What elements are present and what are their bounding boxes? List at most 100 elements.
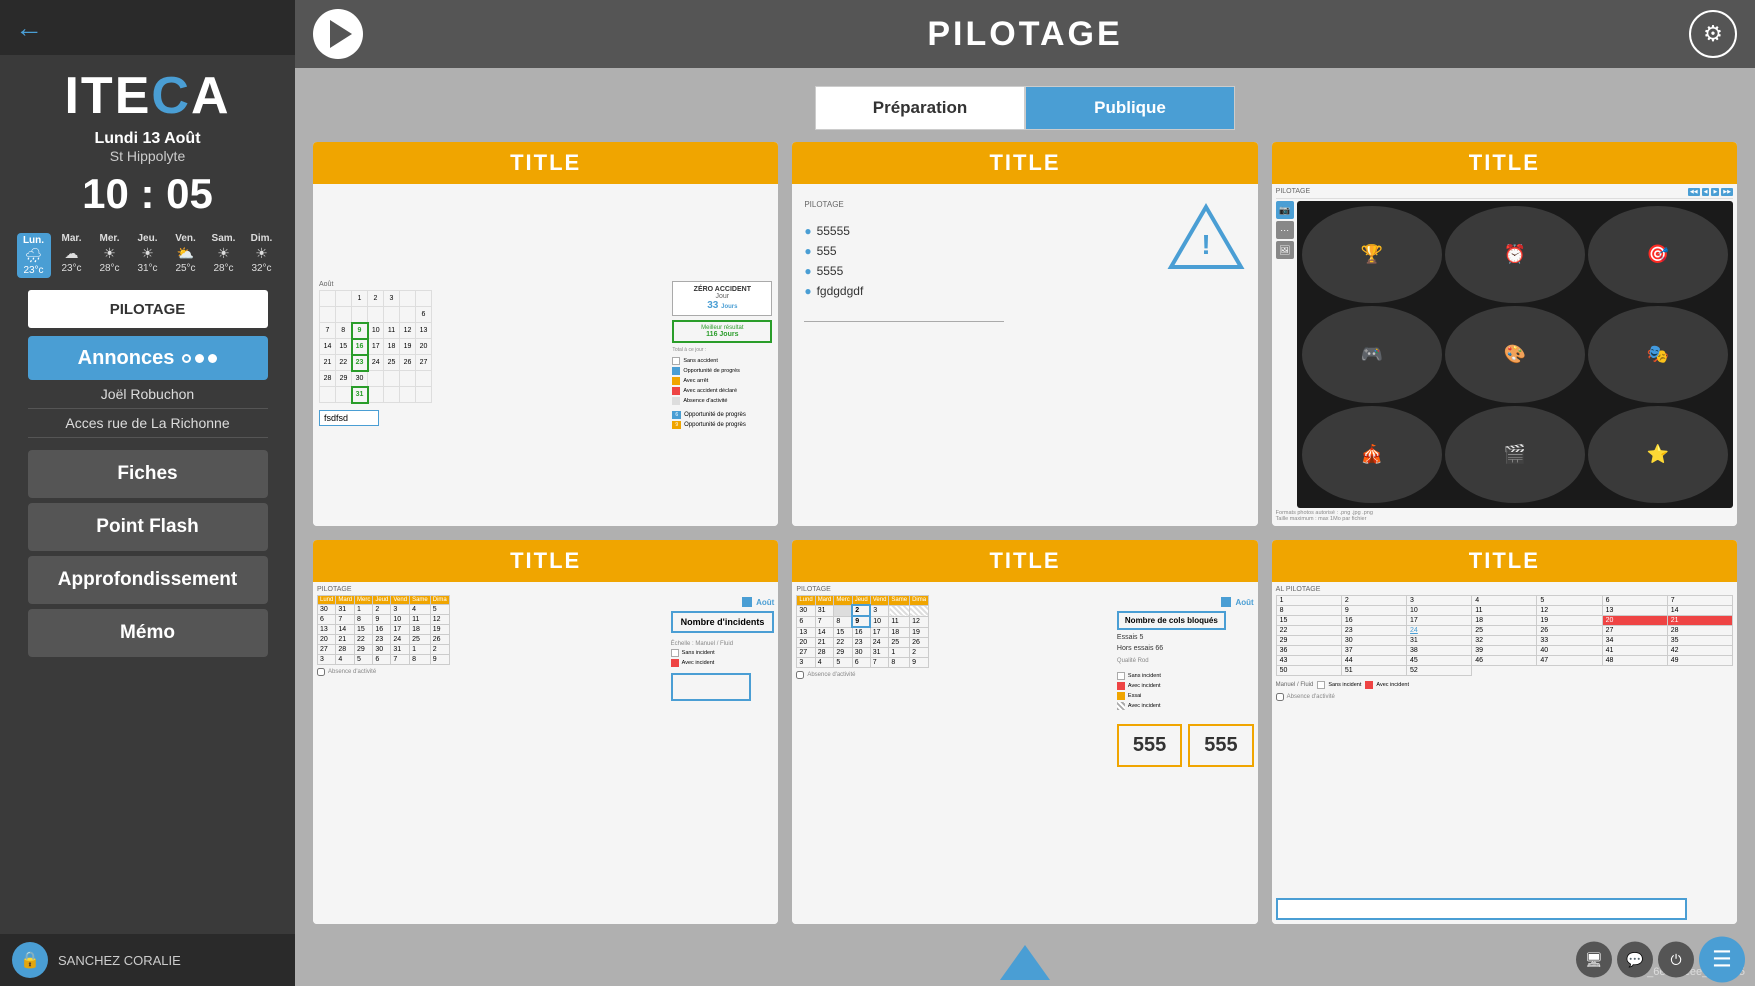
annonces-button[interactable]: Annonces [28, 336, 268, 380]
nav-icon-3[interactable]: ▶ [1711, 188, 1719, 196]
chat-button[interactable]: 💬 [1617, 942, 1653, 978]
list-item-4: fgdgdgdf [804, 281, 1145, 301]
sidebar-top-bar: ← [0, 0, 295, 55]
card-2-body: PILOTAGE 55555 555 5555 fgdgdgdf ! [792, 184, 1257, 526]
nav-icon-2[interactable]: ◀ [1702, 188, 1710, 196]
card4-pilotage-label: PILOTAGE [317, 586, 774, 593]
card-2-header: TITLE [792, 142, 1257, 184]
power-button[interactable]: ⏻ [1658, 942, 1694, 978]
card-2: TITLE PILOTAGE 55555 555 5555 fgdgdgdf [792, 142, 1257, 526]
menu-button[interactable]: ☰ [1699, 937, 1745, 983]
logo-area: ITECA Lundi 13 Août St Hippolyte 10 : 05 [0, 55, 295, 229]
card-3: TITLE PILOTAGE ◀◀ ◀ ▶ ▶▶ 📷 [1272, 142, 1737, 526]
logo: ITECA [64, 70, 230, 122]
essais-label: Essais 5 [1117, 634, 1143, 641]
month-dot-4 [742, 597, 752, 607]
point-flash-button[interactable]: Point Flash [28, 503, 268, 551]
weather-day-0: Lun. 🌧 23°c [17, 233, 51, 278]
card6-input-area [1276, 898, 1733, 920]
card-1-header: TITLE [313, 142, 778, 184]
card5-pilotage-label: PILOTAGE [796, 586, 1253, 593]
card5-numbers: 555 555 [1117, 724, 1254, 767]
legend-label-4: Échelle : Manuel / Fluid [671, 641, 733, 647]
time-display: 10 : 05 [82, 170, 213, 218]
weather-day-5: Sam. ☀ 28°c [207, 233, 241, 278]
grid-icon-7: 🎪 [1302, 406, 1442, 503]
grid-icon-9: ⭐ [1588, 406, 1728, 503]
memo-button[interactable]: Mémo [28, 609, 268, 657]
grid-icon-4: 🎮 [1302, 306, 1442, 403]
card-1-body: Août 123 6 78910111213 14151617181920 21… [313, 184, 778, 526]
location-display: St Hippolyte [110, 148, 185, 164]
zero-accident-label: ZÉRO ACCIDENT [677, 286, 767, 293]
card-3-header: TITLE [1272, 142, 1737, 184]
scroll-up-button[interactable] [1000, 945, 1050, 980]
monitor-button[interactable]: 🖥 [1576, 942, 1612, 978]
card6-label: AL PILOTAGE [1276, 586, 1733, 593]
tab-preparation[interactable]: Préparation [815, 86, 1025, 130]
pilotage-label[interactable]: PILOTAGE [28, 290, 268, 328]
back-button[interactable]: ← [15, 12, 43, 44]
weather-day-4: Ven. ⛅ 25°c [169, 233, 203, 278]
tab-publique[interactable]: Publique [1025, 86, 1235, 130]
card-6: TITLE AL PILOTAGE 1234567 891011121314 [1272, 540, 1737, 924]
tab-row: Préparation Publique [295, 86, 1755, 130]
approfondissement-button[interactable]: Approfondissement [28, 556, 268, 604]
card-3-body: PILOTAGE ◀◀ ◀ ▶ ▶▶ 📷 ⋯ 🖼 [1272, 184, 1737, 526]
absence-checkbox-6[interactable] [1276, 693, 1284, 701]
sidebar-bottom: 🔒 SANCHEZ CORALIE [0, 934, 295, 986]
card6-input[interactable] [1276, 898, 1688, 920]
incidents-empty-box [671, 673, 751, 701]
main-area: PILOTAGE ⚙ Préparation Publique TITLE Ao… [295, 0, 1755, 986]
nav-icon-4[interactable]: ▶▶ [1721, 188, 1733, 196]
list-item-1: 55555 [804, 221, 1145, 241]
nav-icon-1[interactable]: ◀◀ [1688, 188, 1700, 196]
card-4-body: PILOTAGE Lund Mard Merc Jeud Vend Sa [313, 582, 778, 924]
number-box-1: 555 [1117, 724, 1182, 767]
fiches-button[interactable]: Fiches [28, 450, 268, 498]
lock-icon[interactable]: 🔒 [12, 942, 48, 978]
card-6-body: AL PILOTAGE 1234567 891011121314 1516171… [1272, 582, 1737, 924]
card2-list: 55555 555 5555 fgdgdgdf [804, 221, 1145, 301]
number-box-2: 555 [1188, 724, 1253, 767]
absence-checkbox-4[interactable] [317, 668, 325, 676]
legend-accident: Avec accident déclaré [672, 387, 772, 395]
card-5-body: PILOTAGE Lund Mard Merc Jeud Vend Sa [792, 582, 1257, 924]
weather-strip: Lun. 🌧 23°c Mar. ☁ 23°c Mer. ☀ 28°c Jeu.… [0, 229, 295, 282]
cards-area: TITLE Août 123 6 78910111213 14151617181… [295, 142, 1755, 938]
annonce-item-2[interactable]: Acces rue de La Richonne [28, 409, 268, 438]
qualité-label: Qualité Rod [1117, 658, 1149, 664]
card-1: TITLE Août 123 6 78910111213 14151617181… [313, 142, 778, 526]
grid-icon-8: 🎬 [1445, 406, 1585, 503]
grid-icon-5: 🎨 [1445, 306, 1585, 403]
card-5: TITLE PILOTAGE Lund Mard Merc Jeud [792, 540, 1257, 924]
absence-label-4: Absence d'activité [317, 668, 665, 676]
dot-2 [195, 354, 204, 363]
play-button[interactable] [313, 9, 363, 59]
input-fsdfsd[interactable] [319, 410, 379, 426]
absence-checkbox-5[interactable] [796, 671, 804, 679]
month-label-4: Août [756, 598, 774, 607]
annonces-dots [182, 354, 217, 363]
play-icon [330, 20, 352, 48]
hors-essais-label: Hors essais 66 [1117, 645, 1163, 652]
bottom-bar: _6e63eeee_180705 🖥 💬 ⏻ ☰ [295, 938, 1755, 986]
grid-icon-1: 🏆 [1302, 206, 1442, 303]
user-name: SANCHEZ CORALIE [58, 953, 181, 968]
image-icon[interactable]: 🖼 [1276, 241, 1294, 259]
card-4: TITLE PILOTAGE Lund Mard Merc Jeud [313, 540, 778, 924]
dot-1 [182, 354, 191, 363]
absence-label-5: Absence d'activité [796, 671, 1111, 679]
month-dot-5 [1221, 597, 1231, 607]
annonce-item-1[interactable]: Joël Robuchon [28, 380, 268, 409]
pilotage-mini-label: PILOTAGE [1276, 188, 1311, 196]
main-header: PILOTAGE ⚙ [295, 0, 1755, 68]
settings-button[interactable]: ⚙ [1689, 10, 1737, 58]
card-4-header: TITLE [313, 540, 778, 582]
accident-count: 33 Jours [677, 300, 767, 311]
camera-icon[interactable]: 📷 [1276, 201, 1294, 219]
dots-icon[interactable]: ⋯ [1276, 221, 1294, 239]
grid-icon-2: ⏰ [1445, 206, 1585, 303]
weather-day-1: Mar. ☁ 23°c [55, 233, 89, 278]
right-action-buttons: 🖥 💬 ⏻ ☰ [1576, 942, 1745, 983]
